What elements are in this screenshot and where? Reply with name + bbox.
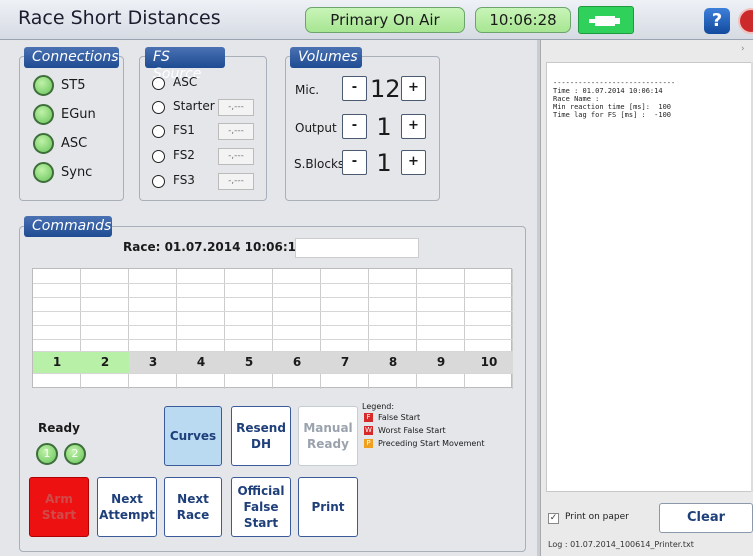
connection-label-asc: ASC: [61, 136, 88, 151]
worst-false-start-legend-icon: W: [364, 426, 373, 435]
collapse-arrow-icon[interactable]: ›: [741, 44, 745, 54]
grid-row-line: [33, 325, 513, 326]
lane-number: 7: [321, 351, 369, 373]
grid-row-line: [33, 311, 513, 312]
curves-button[interactable]: Curves: [164, 406, 222, 466]
print-on-paper-label: Print on paper: [565, 512, 629, 522]
output-volume-value: 1: [376, 113, 392, 141]
lane-number: 5: [225, 351, 273, 373]
race-label: Race: 01.07.2014 10:06:14 -: [123, 240, 314, 254]
print-on-paper-checkbox[interactable]: ✓: [548, 513, 559, 524]
radio-asc[interactable]: [152, 77, 165, 90]
commands-title: Commands: [24, 216, 112, 237]
help-icon[interactable]: ?: [704, 8, 730, 34]
volumes-title: Volumes: [290, 47, 362, 68]
race-name-input[interactable]: [295, 238, 419, 258]
legend-preceding-start: Preceding Start Movement: [378, 439, 485, 448]
fs-value-fs1: -,---: [218, 123, 254, 140]
legend-worst-false-start: Worst False Start: [378, 426, 446, 435]
log-output: ----------------------------- Time : 01.…: [546, 62, 753, 492]
fs-value-fs3: -,---: [218, 173, 254, 190]
sblocks-volume-value: 1: [376, 149, 392, 177]
fs-label-asc: ASC: [173, 75, 198, 89]
log-file-name: Log : 01.07.2014_100614_Printer.txt: [548, 540, 694, 549]
connections-title: Connections: [24, 47, 119, 68]
manual-ready-button[interactable]: Manual Ready: [298, 406, 358, 466]
radio-fs2[interactable]: [152, 150, 165, 163]
lane-number: 2: [81, 351, 129, 373]
output-plus-button[interactable]: +: [401, 114, 426, 139]
ready-label: Ready: [38, 421, 80, 435]
mic-minus-button[interactable]: -: [342, 76, 367, 101]
official-false-start-button[interactable]: Official False Start: [231, 477, 291, 537]
grid-row-line: [33, 351, 513, 352]
fs-label-fs3: FS3: [173, 173, 195, 187]
lane-number: 4: [177, 351, 225, 373]
false-start-legend-icon: F: [364, 413, 373, 422]
grid-row-line: [33, 283, 513, 284]
ready-led-1: 1: [36, 443, 58, 465]
grid-row-line: [33, 297, 513, 298]
radio-fs1[interactable]: [152, 125, 165, 138]
fs-value-fs2: -,---: [218, 148, 254, 165]
preceding-movement-legend-icon: P: [364, 439, 373, 448]
lane-number: 8: [369, 351, 417, 373]
radio-fs3[interactable]: [152, 175, 165, 188]
fs-label-fs2: FS2: [173, 148, 195, 162]
grid-row-line: [33, 339, 513, 340]
volume-label-sblocks: S.Blocks: [294, 157, 345, 171]
clear-button[interactable]: Clear: [659, 503, 753, 533]
mic-volume-value: 12: [370, 75, 401, 103]
volume-label-mic: Mic.: [295, 83, 320, 97]
resend-dh-button[interactable]: Resend DH: [231, 406, 291, 466]
lane-number: 6: [273, 351, 321, 373]
connection-label-sync: Sync: [61, 165, 93, 180]
print-button[interactable]: Print: [298, 477, 358, 537]
arm-start-button[interactable]: Arm Start: [29, 477, 89, 537]
fs-value-starter: -,---: [218, 99, 254, 116]
mic-plus-button[interactable]: +: [401, 76, 426, 101]
on-air-status: Primary On Air: [305, 7, 465, 33]
legend-false-start: False Start: [378, 413, 421, 422]
lane-number: 3: [129, 351, 177, 373]
output-minus-button[interactable]: -: [342, 114, 367, 139]
lane-number: 9: [417, 351, 465, 373]
clock-display: 10:06:28: [475, 7, 571, 33]
volume-label-output: Output: [295, 121, 337, 135]
battery-icon: [578, 6, 634, 34]
legend-title: Legend:: [362, 402, 395, 411]
next-attempt-button[interactable]: Next Attempt: [97, 477, 157, 537]
led-sync: [33, 162, 54, 183]
fs-source-title: FS Source: [145, 47, 225, 82]
lane-grid: 1 2 3 4 5 6 7 8 9 10: [32, 268, 513, 389]
connection-label-st5: ST5: [61, 78, 86, 93]
radio-starter[interactable]: [152, 101, 165, 114]
app-title: Race Short Distances: [18, 7, 221, 29]
led-egun: [33, 104, 54, 125]
ready-led-2: 2: [64, 443, 86, 465]
connection-label-egun: EGun: [61, 107, 96, 122]
next-race-button[interactable]: Next Race: [164, 477, 222, 537]
lane-number: 1: [33, 351, 81, 373]
lane-number: 10: [465, 351, 513, 373]
led-asc: [33, 133, 54, 154]
sblocks-plus-button[interactable]: +: [401, 150, 426, 175]
fs-label-starter: Starter: [173, 99, 215, 113]
sblocks-minus-button[interactable]: -: [342, 150, 367, 175]
fs-label-fs1: FS1: [173, 123, 195, 137]
grid-row-line: [33, 373, 513, 374]
led-st5: [33, 75, 54, 96]
